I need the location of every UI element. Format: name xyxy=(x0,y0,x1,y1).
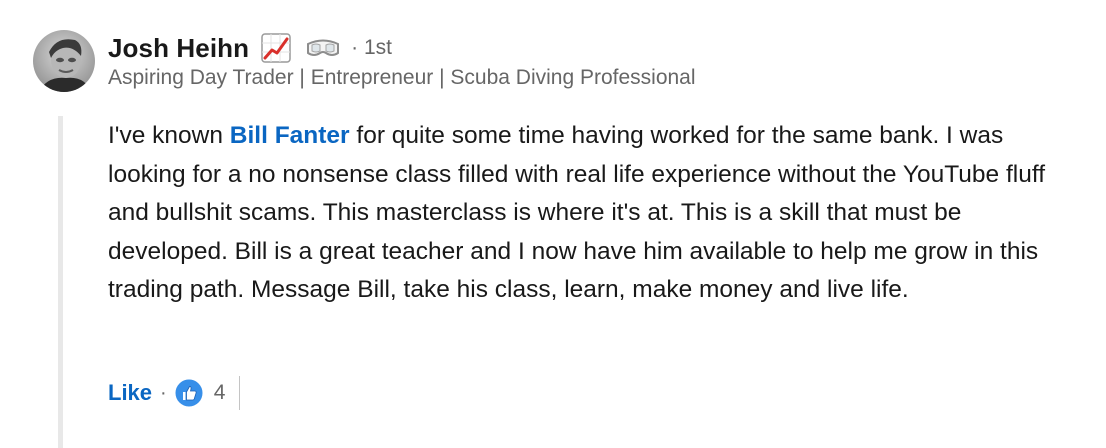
author-name[interactable]: Josh Heihn xyxy=(108,33,249,64)
avatar-photo xyxy=(33,30,95,92)
comment-header: Josh Heihn · 1st xyxy=(108,31,392,65)
chart-increasing-icon xyxy=(261,33,291,63)
comment-text-start: I've known xyxy=(108,122,230,149)
actions-separator: · xyxy=(160,381,167,404)
comment-item: Josh Heihn · 1st Aspiring Day Trader | E… xyxy=(0,0,1106,448)
thumbs-up-icon[interactable] xyxy=(174,378,204,408)
author-headline: Aspiring Day Trader | Entrepreneur | Scu… xyxy=(108,66,696,89)
reaction-count[interactable]: 4 xyxy=(214,381,226,405)
thread-line xyxy=(58,116,63,448)
degree-label: 1st xyxy=(363,36,392,59)
actions-divider xyxy=(239,376,241,410)
like-button[interactable]: Like xyxy=(108,380,152,406)
comment-text-rest: for quite some time having worked for th… xyxy=(108,122,1046,303)
connection-degree: · 1st xyxy=(351,36,392,60)
comment-actions: Like · 4 xyxy=(108,376,241,410)
mention-link[interactable]: Bill Fanter xyxy=(230,122,350,149)
goggles-icon xyxy=(305,33,341,63)
avatar[interactable] xyxy=(33,30,95,92)
degree-separator: · xyxy=(351,36,359,59)
comment-body: I've known Bill Fanter for quite some ti… xyxy=(108,117,1083,310)
